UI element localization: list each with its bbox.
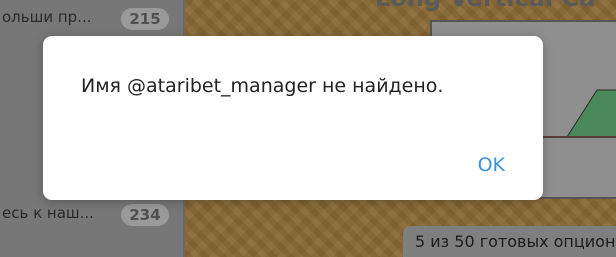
message-bubble[interactable]: 5 из 50 готовых опционных стратегий п xyxy=(403,226,616,257)
unread-count-badge: 215 xyxy=(121,8,169,30)
chat-list-item[interactable]: есь к наш... 234 xyxy=(0,196,183,236)
chat-preview-text: ольши пр... xyxy=(2,8,92,26)
telegram-window: ольши пр... 215 есь к наш... 234 Long Ve… xyxy=(0,0,616,257)
dialog-message: Имя @ataribet_manager не найдено. xyxy=(81,75,444,97)
article-title: Long Vertical Ca xyxy=(375,0,595,12)
ok-button[interactable]: OK xyxy=(466,148,517,182)
message-text: 5 из 50 готовых опционных стратегий п xyxy=(415,232,616,251)
alert-dialog: Имя @ataribet_manager не найдено. OK xyxy=(43,36,543,200)
chat-list-item[interactable]: ольши пр... 215 xyxy=(0,0,183,40)
unread-count-badge: 234 xyxy=(121,204,169,226)
chat-preview-text: есь к наш... xyxy=(2,204,94,222)
